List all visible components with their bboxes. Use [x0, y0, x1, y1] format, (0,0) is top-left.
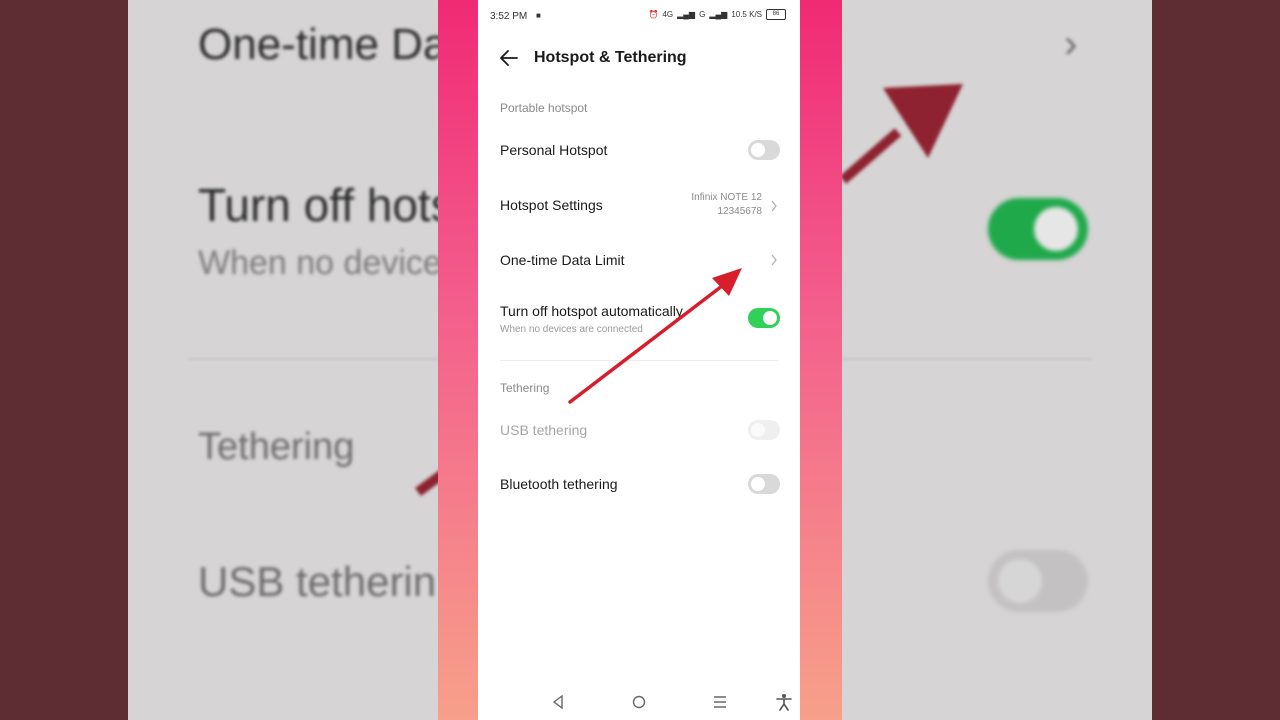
- hotspot-password: 12345678: [717, 206, 763, 217]
- back-arrow-icon[interactable]: [498, 47, 520, 69]
- hotspot-name: Infinix NOTE 12: [691, 192, 762, 203]
- bluetooth-tethering-row[interactable]: Bluetooth tethering: [478, 464, 800, 504]
- personal-hotspot-toggle[interactable]: [748, 140, 780, 160]
- usb-tethering-toggle[interactable]: [748, 420, 780, 440]
- phone-screen: 3:52 PM ■ ⏰ 4G ▂▄▆ G ▂▄▆ 10.5 K/S 86 Hot…: [478, 0, 800, 720]
- background-right-margin: [1152, 0, 1280, 720]
- phone-frame: 3:52 PM ■ ⏰ 4G ▂▄▆ G ▂▄▆ 10.5 K/S 86 Hot…: [438, 0, 842, 720]
- section-tethering: Tethering: [500, 381, 550, 395]
- background-left-margin: [0, 0, 128, 720]
- status-icons: ⏰ 4G ▂▄▆ G ▂▄▆ 10.5 K/S 86: [648, 9, 786, 20]
- auto-off-label: Turn off hotspot automatically: [500, 303, 683, 319]
- auto-off-row[interactable]: Turn off hotspot automatically When no d…: [478, 296, 800, 342]
- battery-icon: 86: [766, 9, 786, 20]
- accessibility-person-icon[interactable]: [774, 692, 794, 712]
- network-g-label: G: [699, 10, 706, 19]
- usb-tethering-label: USB tethering: [500, 422, 588, 438]
- chevron-right-icon: [771, 254, 777, 266]
- section-divider: [500, 360, 778, 361]
- screen-record-icon: ■: [536, 11, 541, 20]
- hotspot-settings-row[interactable]: Hotspot Settings Infinix NOTE 12 1234567…: [478, 184, 800, 228]
- bluetooth-tethering-label: Bluetooth tethering: [500, 476, 618, 492]
- menu-lines-icon[interactable]: [710, 692, 730, 712]
- triangle-back-icon[interactable]: [548, 692, 568, 712]
- signal-icon: ▂▄▆: [677, 10, 696, 19]
- personal-hotspot-row[interactable]: Personal Hotspot: [478, 130, 800, 170]
- auto-off-toggle[interactable]: [748, 308, 780, 328]
- network-4g-label: 4G: [662, 10, 674, 19]
- personal-hotspot-label: Personal Hotspot: [500, 142, 608, 158]
- chevron-right-icon: [771, 200, 777, 212]
- page-title: Hotspot & Tethering: [534, 49, 687, 66]
- data-limit-label: One-time Data Limit: [500, 252, 625, 268]
- hotspot-settings-value: Infinix NOTE 12 12345678: [691, 191, 762, 219]
- alarm-icon: ⏰: [648, 10, 659, 19]
- usb-tethering-row[interactable]: USB tethering: [478, 410, 800, 450]
- section-portable-hotspot: Portable hotspot: [500, 101, 588, 115]
- hotspot-settings-label: Hotspot Settings: [500, 197, 603, 213]
- auto-off-sublabel: When no devices are connected: [500, 324, 643, 335]
- signal-icon-2: ▂▄▆: [709, 10, 728, 19]
- speed-label: 10.5 K/S: [731, 10, 762, 19]
- status-time: 3:52 PM: [490, 11, 528, 22]
- data-limit-row[interactable]: One-time Data Limit: [478, 240, 800, 280]
- app-header: Hotspot & Tethering: [478, 40, 800, 76]
- bluetooth-tethering-toggle[interactable]: [748, 474, 780, 494]
- circle-home-icon[interactable]: [629, 692, 649, 712]
- navigation-bar: [478, 688, 800, 716]
- status-bar: 3:52 PM ■ ⏰ 4G ▂▄▆ G ▂▄▆ 10.5 K/S 86: [478, 0, 800, 32]
